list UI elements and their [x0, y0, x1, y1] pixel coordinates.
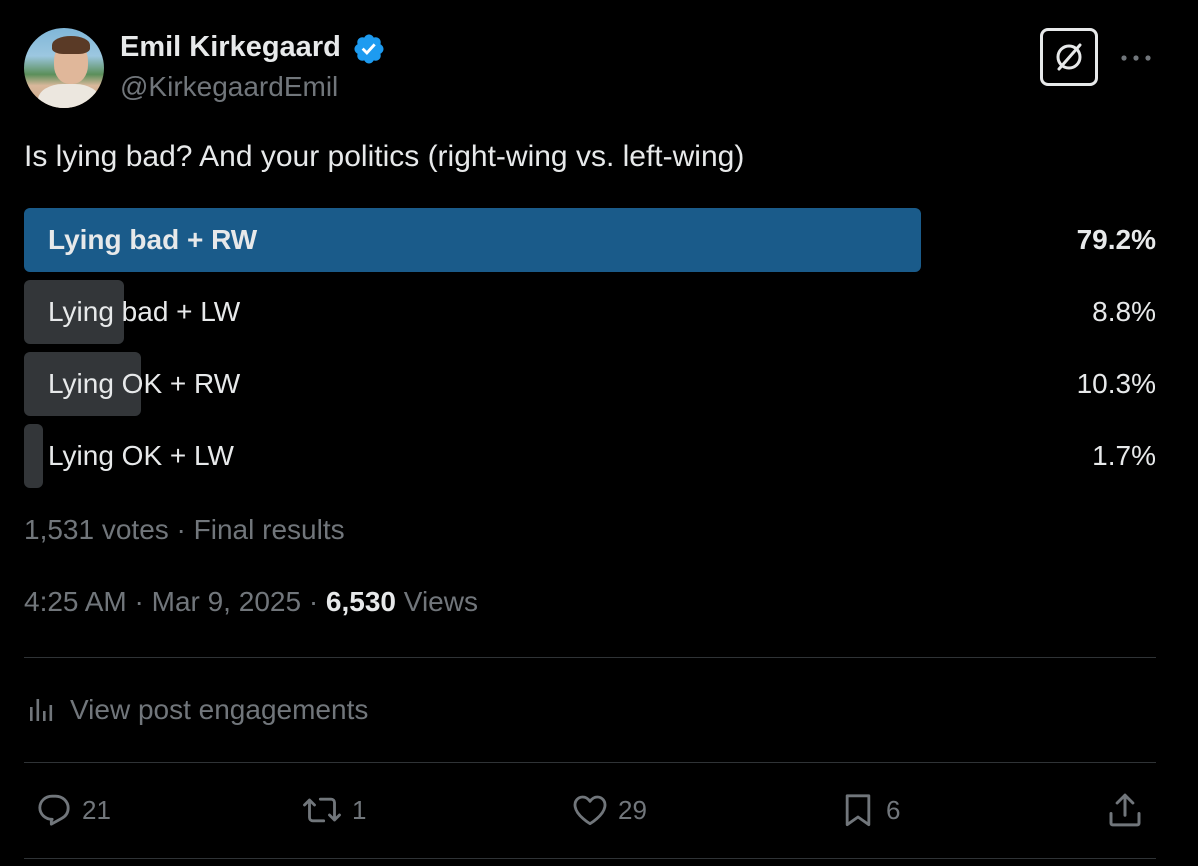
divider [24, 762, 1156, 763]
poll-option: Lying bad + LW 8.8% [24, 280, 1156, 344]
like-count: 29 [618, 794, 647, 825]
like-button[interactable]: 29 [570, 788, 647, 832]
grok-button[interactable] [1040, 28, 1098, 86]
bookmark-icon [845, 794, 871, 827]
view-post-engagements-button[interactable]: View post engagements [24, 690, 368, 730]
grok-slash-circle-icon [1056, 43, 1082, 71]
views-label: Views [396, 586, 478, 617]
repost-arrows-icon [303, 797, 341, 823]
poll-option: Lying OK + RW 10.3% [24, 352, 1156, 416]
avatar-shirt [38, 84, 100, 108]
reply-button[interactable]: 21 [34, 788, 111, 832]
poll-meta: 1,531 votes · Final results [24, 514, 345, 545]
poll-option-percent: 1.7% [1092, 440, 1156, 471]
divider [24, 657, 1156, 658]
more-options-button[interactable] [1116, 42, 1156, 74]
timestamp-row: 4:25 AM · Mar 9, 2025 · 6,530 Views [24, 586, 478, 618]
post-card: Emil Kirkegaard @KirkegaardEmil Is lying… [0, 0, 1198, 866]
share-button[interactable] [1104, 788, 1146, 832]
more-horizontal-icon [1121, 55, 1151, 61]
poll-option-label: Lying bad + RW [48, 224, 258, 255]
reply-count: 21 [82, 794, 111, 825]
poll-bar [24, 424, 43, 488]
poll-option-percent: 8.8% [1092, 296, 1156, 327]
view-post-engagements-label: View post engagements [70, 694, 369, 725]
bookmark-count: 6 [886, 794, 901, 825]
divider [24, 858, 1156, 859]
repost-count: 1 [352, 794, 367, 825]
heart-icon [573, 795, 607, 826]
views-count: 6,530 [325, 586, 396, 617]
poll-option-label: Lying OK + RW [48, 368, 241, 399]
poll-option-percent: 79.2% [1076, 224, 1156, 255]
avatar[interactable] [24, 28, 104, 108]
reply-bubble-icon [38, 794, 70, 826]
poll-option-label: Lying OK + LW [48, 440, 234, 471]
poll-option: Lying bad + RW 79.2% [24, 208, 1156, 272]
poll: Lying bad + RW 79.2% Lying bad + LW 8.8%… [24, 208, 1156, 496]
poll-option: Lying OK + LW 1.7% [24, 424, 1156, 488]
display-name[interactable]: Emil Kirkegaard [120, 31, 341, 64]
poll-option-label: Lying bad + LW [48, 296, 241, 327]
timestamp-link[interactable]: 4:25 AM · Mar 9, 2025 · [24, 586, 326, 617]
analytics-bars-icon [26, 693, 60, 727]
avatar-hair [52, 36, 90, 54]
verified-badge-icon[interactable] [352, 32, 386, 66]
poll-option-percent: 10.3% [1076, 368, 1156, 399]
author-handle[interactable]: @KirkegaardEmil [120, 71, 338, 103]
post-text: Is lying bad? And your politics (right-w… [24, 140, 745, 173]
share-upload-icon [1109, 793, 1141, 827]
bookmark-button[interactable]: 6 [838, 788, 900, 832]
repost-button[interactable]: 1 [300, 788, 366, 832]
